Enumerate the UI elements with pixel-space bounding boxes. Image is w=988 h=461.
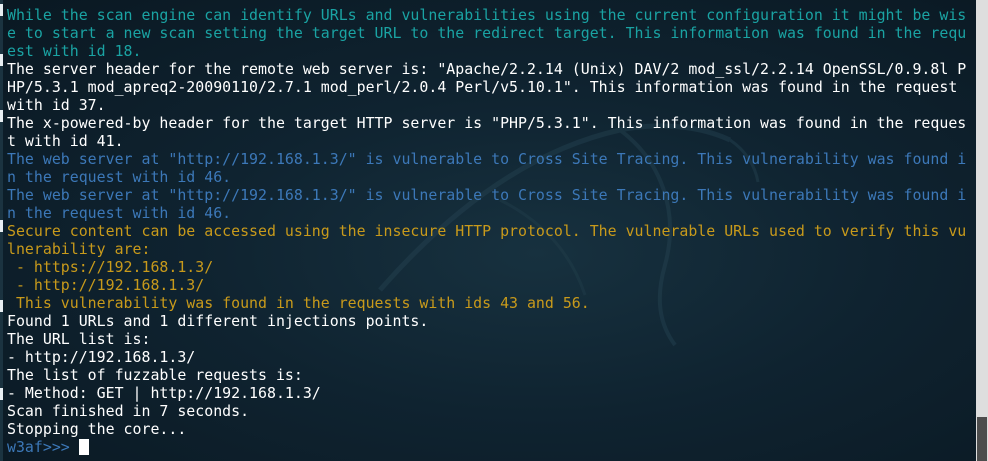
scrollbar-thumb[interactable] xyxy=(977,417,987,461)
terminal-line: e to start a new scan setting the target… xyxy=(7,24,967,42)
terminal-line: - http://192.168.1.3/ xyxy=(7,348,196,366)
terminal-line: n the request with id 46. xyxy=(7,168,232,186)
edge-marker xyxy=(0,300,3,312)
terminal-line: - http://192.168.1.3/ xyxy=(7,276,205,294)
terminal-line: The x-powered-by header for the target H… xyxy=(7,114,967,132)
terminal-output: While the scan engine can identify URLs … xyxy=(7,6,973,456)
edge-marker xyxy=(0,4,3,16)
terminal-line: Stopping the core... xyxy=(7,420,187,438)
terminal-line: The URL list is: xyxy=(7,330,151,348)
terminal-line: The server header for the remote web ser… xyxy=(7,60,967,78)
terminal-line: Scan finished in 7 seconds. xyxy=(7,402,250,420)
terminal-line: While the scan engine can identify URLs … xyxy=(7,6,967,24)
vertical-scrollbar[interactable] xyxy=(976,0,988,461)
edge-marker xyxy=(0,220,3,232)
terminal-line: HP/5.3.1 mod_apreq2-20090110/2.7.1 mod_p… xyxy=(7,78,958,96)
edge-marker xyxy=(0,388,3,400)
terminal-line: The web server at "http://192.168.1.3/" … xyxy=(7,150,967,168)
terminal-line: lnerability are: xyxy=(7,240,151,258)
terminal-line: Secure content can be accessed using the… xyxy=(7,222,967,240)
terminal-line: with id 37. xyxy=(7,96,106,114)
terminal-line: The list of fuzzable requests is: xyxy=(7,366,303,384)
terminal-window[interactable]: While the scan engine can identify URLs … xyxy=(0,0,976,461)
edge-marker xyxy=(0,110,3,122)
window-edge xyxy=(0,0,3,461)
edge-marker xyxy=(0,54,3,66)
terminal-line: This vulnerability was found in the requ… xyxy=(7,294,590,312)
terminal-line: n the request with id 46. xyxy=(7,204,232,222)
terminal-line: t with id 41. xyxy=(7,132,124,150)
text-cursor xyxy=(78,439,89,455)
terminal-line: - https://192.168.1.3/ xyxy=(7,258,214,276)
terminal-line: - Method: GET | http://192.168.1.3/ xyxy=(7,384,321,402)
prompt-label: w3af>>> xyxy=(7,438,70,456)
terminal-line: The web server at "http://192.168.1.3/" … xyxy=(7,186,967,204)
terminal-line: Found 1 URLs and 1 different injections … xyxy=(7,312,429,330)
command-prompt[interactable]: w3af>>> xyxy=(7,438,973,456)
terminal-line: est with id 18. xyxy=(7,42,142,60)
